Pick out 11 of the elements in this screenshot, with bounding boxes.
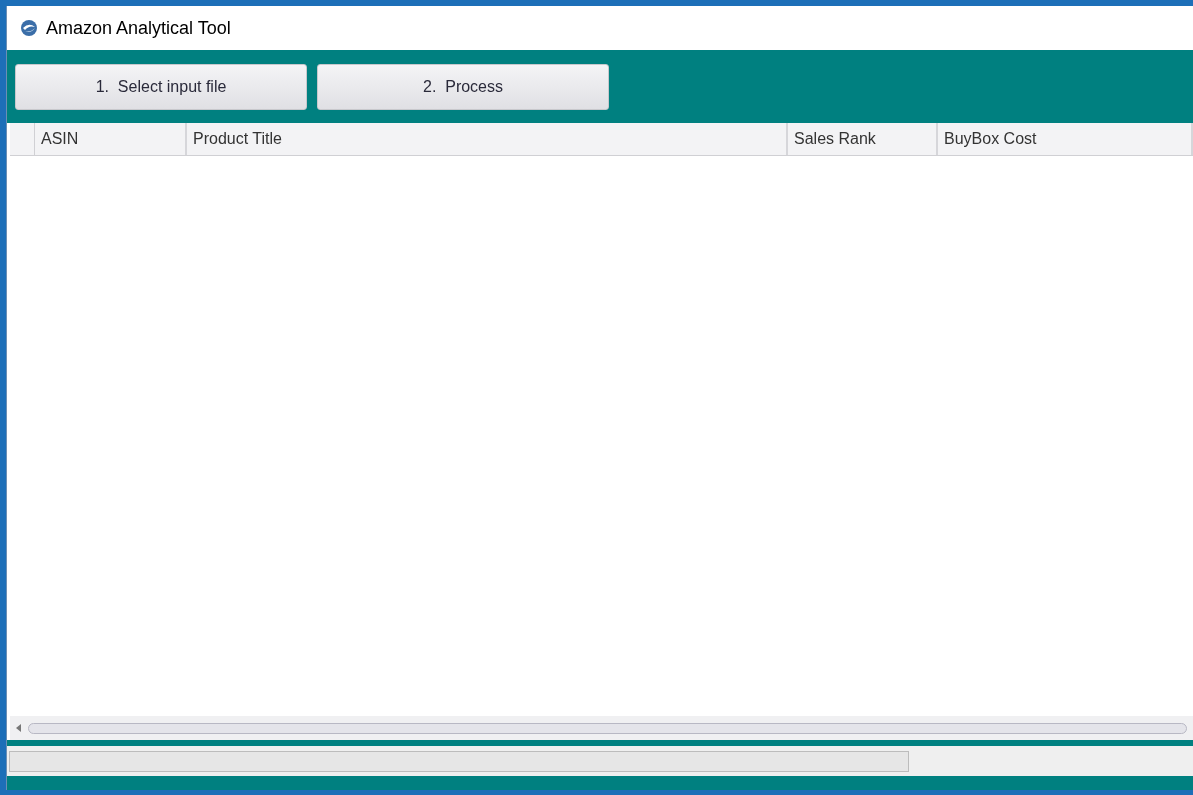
- toolbar-button[interactable]: 2. Process: [317, 63, 609, 110]
- column-header[interactable]: Product Title: [187, 123, 788, 155]
- column-header[interactable]: BuyBox Cost: [938, 123, 1193, 155]
- scrollbar-thumb[interactable]: [28, 722, 1187, 734]
- column-header[interactable]: Sales Rank: [788, 123, 938, 155]
- app-logo-icon: [20, 19, 38, 37]
- window-title: Amazon Analytical Tool: [46, 16, 231, 40]
- toolbar-button[interactable]: 1. Select input file: [15, 63, 307, 110]
- horizontal-scrollbar[interactable]: [10, 716, 1193, 740]
- scroll-left-icon[interactable]: [16, 724, 22, 732]
- column-header[interactable]: ASIN: [35, 123, 187, 155]
